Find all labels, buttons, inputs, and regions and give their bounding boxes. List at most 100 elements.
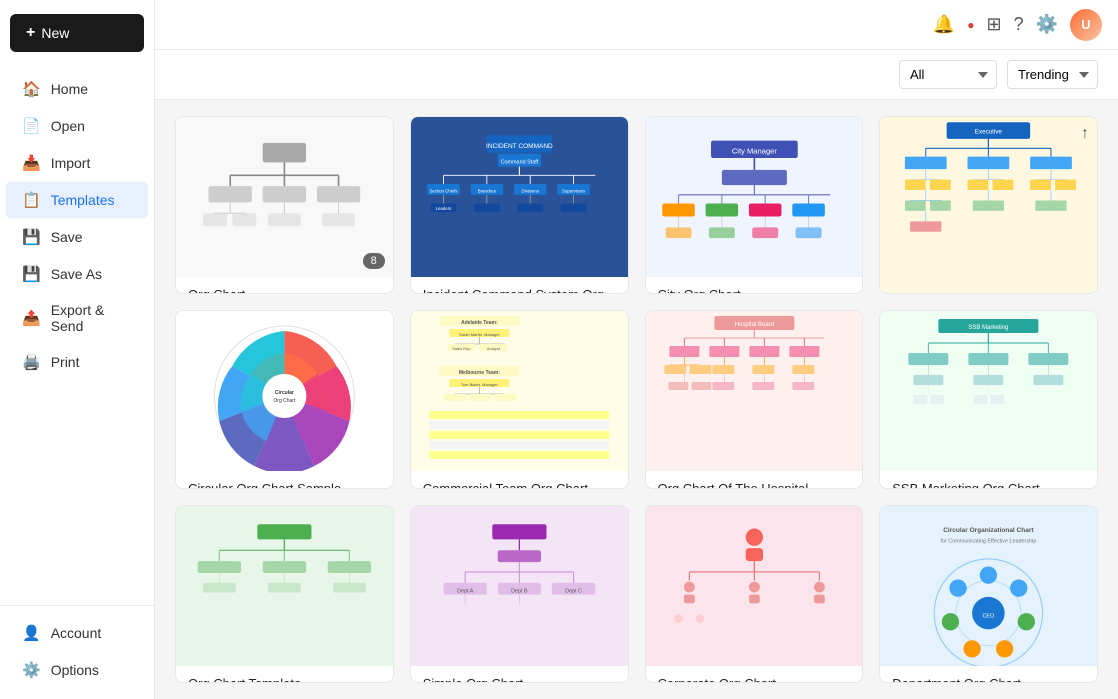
card-preview-commercial: Adelaide Team: Sarah Martin, Manager Sal… xyxy=(411,311,628,471)
card-preview-hospital: Hospital Board xyxy=(646,311,863,471)
card-info-hospital: Org Chart Of The Hospital 👁 2.0k ♡ 26 ⎘ … xyxy=(646,471,863,488)
template-card-hospital[interactable]: Hospital Board xyxy=(645,310,864,488)
card-info-circular: Circular Org Chart Sample 👁 488 ♡ 10 ⎘ 2… xyxy=(176,471,393,488)
featured-icon: ↑ xyxy=(1081,125,1089,143)
help-icon[interactable]: ? xyxy=(1014,14,1024,35)
sidebar-item-print-label: Print xyxy=(51,354,80,370)
sidebar-item-save-as[interactable]: 💾 Save As xyxy=(6,256,148,292)
options-icon: ⚙️ xyxy=(22,661,41,679)
category-filter[interactable]: All Business Education Personal xyxy=(899,60,997,89)
card-title-bottom-3: Corporate Org Chart xyxy=(658,676,851,683)
grid-icon[interactable]: ⊞ xyxy=(986,14,1001,35)
sidebar-item-save-label: Save xyxy=(51,229,83,245)
sidebar-item-templates-label: Templates xyxy=(51,192,115,208)
sidebar-item-templates[interactable]: 📋 Templates xyxy=(6,182,148,218)
sidebar-nav: 🏠 Home 📄 Open 📥 Import 📋 Templates 💾 Sav… xyxy=(0,66,154,605)
template-card-circular[interactable]: Circular Org Chart Use immediately Circu… xyxy=(175,310,394,488)
sidebar-item-home-label: Home xyxy=(51,81,88,97)
sidebar-bottom: 👤 Account ⚙️ Options xyxy=(0,605,154,699)
card-title-bottom-4: Department Org Chart xyxy=(892,676,1085,683)
card-title-incident: Incident Command System Org Chart xyxy=(423,287,616,294)
bell-icon[interactable]: 🔔 xyxy=(933,14,955,35)
template-card-bottom-4[interactable]: Circular Organizational Chart for Commun… xyxy=(879,505,1098,683)
use-immediately-button-bottom-4[interactable]: Use immediately xyxy=(919,570,1058,601)
template-card-city-org[interactable]: City Manager xyxy=(645,116,864,294)
card-preview-org-chart-right: Executive xyxy=(880,117,1097,294)
use-immediately-button-circular[interactable]: Use immediately xyxy=(215,376,354,407)
home-icon: 🏠 xyxy=(22,80,41,98)
template-card-incident[interactable]: INCIDENT COMMAND Command Staff Section C… xyxy=(410,116,629,294)
card-preview-incident: INCIDENT COMMAND Command Staff Section C… xyxy=(411,117,628,277)
template-card-bottom-2[interactable]: Dept A Dept B Dept C Use immediately Sim… xyxy=(410,505,629,683)
use-immediately-button-bottom-3[interactable]: Use immediately xyxy=(685,570,824,601)
card-preview-bottom-1: Use immediately xyxy=(176,506,393,666)
save-icon: 💾 xyxy=(22,228,41,246)
user-avatar[interactable]: U xyxy=(1070,9,1102,41)
card-info-incident: Incident Command System Org Chart 👁 4 ♡ … xyxy=(411,277,628,294)
card-info-bottom-1: Org Chart Template 👁 12 ♡ 2 ⎘ 5 T xyxy=(176,666,393,683)
sidebar-item-import-label: Import xyxy=(51,155,91,171)
use-immediately-button-commercial[interactable]: Use immediately xyxy=(450,376,589,407)
card-title-hospital: Org Chart Of The Hospital xyxy=(658,481,851,488)
sidebar-item-export-label: Export & Send xyxy=(51,302,132,334)
plus-icon: + xyxy=(26,24,35,42)
template-card-org-chart-right[interactable]: Executive xyxy=(879,116,1098,294)
card-preview-city-org: City Manager xyxy=(646,117,863,277)
sidebar-item-save[interactable]: 💾 Save xyxy=(6,219,148,255)
card-info-bottom-3: Corporate Org Chart 👁 15 ♡ 3 ⎘ 7 C xyxy=(646,666,863,683)
main-content: 🔔 ● ⊞ ? ⚙️ U All Business Education Pers… xyxy=(155,0,1118,699)
sidebar-item-open-label: Open xyxy=(51,118,85,134)
card-preview-org-chart-1: 8 Use immediately xyxy=(176,117,393,277)
card-title-bottom-2: Simple Org Chart xyxy=(423,676,616,683)
card-info-ssb: SSB Marketing Org Chart 👁 4 ♡ 1 ⎘ 3 M xyxy=(880,471,1097,488)
new-label: New xyxy=(41,25,69,41)
template-card-bottom-1[interactable]: Use immediately Org Chart Template 👁 12 … xyxy=(175,505,394,683)
card-info-bottom-2: Simple Org Chart 👁 8 ♡ 1 ⎘ 3 S xyxy=(411,666,628,683)
sort-filter[interactable]: Trending Newest Popular xyxy=(1007,60,1098,89)
notification-icon[interactable]: ● xyxy=(967,18,974,32)
sidebar-item-options[interactable]: ⚙️ Options xyxy=(6,652,148,688)
card-title-bottom-1: Org Chart Template xyxy=(188,676,381,683)
use-immediately-button-bottom-1[interactable]: Use immediately xyxy=(215,570,354,601)
sidebar-item-home[interactable]: 🏠 Home xyxy=(6,71,148,107)
card-title-circular: Circular Org Chart Sample xyxy=(188,481,381,488)
template-card-commercial[interactable]: Adelaide Team: Sarah Martin, Manager Sal… xyxy=(410,310,629,488)
sidebar-item-open[interactable]: 📄 Open xyxy=(6,108,148,144)
use-immediately-button-city-org[interactable]: Use immediately xyxy=(685,182,824,213)
card-title-org-chart-1: Org Chart xyxy=(188,287,381,294)
card-title-commercial: Commercial Team Org Chart xyxy=(423,481,616,488)
sidebar-item-export[interactable]: 📤 Export & Send xyxy=(6,293,148,343)
sidebar-item-import[interactable]: 📥 Import xyxy=(6,145,148,181)
sidebar: + New 🏠 Home 📄 Open 📥 Import 📋 Templates… xyxy=(0,0,155,699)
template-card-org-chart-1[interactable]: 8 Use immediately Org Chart 👁 0 ♡ 0 xyxy=(175,116,394,294)
use-immediately-button-bottom-2[interactable]: Use immediately xyxy=(450,570,589,601)
sidebar-item-options-label: Options xyxy=(51,662,99,678)
filter-bar: All Business Education Personal Trending… xyxy=(155,50,1118,100)
use-immediately-button-org-chart-right[interactable]: Use immediately xyxy=(919,222,1058,253)
card-info-city-org: City Org Chart 👁 0 ♡ 0 ⎘ 0 E xyxy=(646,277,863,294)
use-immediately-button[interactable]: Use immediately xyxy=(215,182,354,213)
use-immediately-button-hospital[interactable]: Use immediately xyxy=(685,376,824,407)
card-title-ssb: SSB Marketing Org Chart xyxy=(892,481,1085,488)
export-icon: 📤 xyxy=(22,309,41,327)
template-card-ssb[interactable]: SSB Marketing xyxy=(879,310,1098,488)
sidebar-item-save-as-label: Save As xyxy=(51,266,102,282)
card-info-org-chart-1: Org Chart 👁 0 ♡ 0 ⎘ 0 P xyxy=(176,277,393,294)
card-preview-circular: Circular Org Chart Use immediately xyxy=(176,311,393,471)
use-immediately-button-incident[interactable]: Use immediately xyxy=(450,182,589,213)
card-info-bottom-4: Department Org Chart 👁 6 ♡ 0 ⎘ 2 D xyxy=(880,666,1097,683)
settings-icon[interactable]: ⚙️ xyxy=(1036,14,1058,35)
card-preview-bottom-4: Circular Organizational Chart for Commun… xyxy=(880,506,1097,666)
topbar: 🔔 ● ⊞ ? ⚙️ U xyxy=(155,0,1118,50)
card-preview-bottom-2: Dept A Dept B Dept C Use immediately xyxy=(411,506,628,666)
account-icon: 👤 xyxy=(22,624,41,642)
card-preview-ssb: SSB Marketing xyxy=(880,311,1097,471)
sidebar-item-print[interactable]: 🖨️ Print xyxy=(6,344,148,380)
use-immediately-button-ssb[interactable]: Use immediately xyxy=(919,376,1058,407)
template-card-bottom-3[interactable]: Use immediately Corporate Org Chart 👁 15… xyxy=(645,505,864,683)
templates-grid: 8 Use immediately Org Chart 👁 0 ♡ 0 xyxy=(155,100,1118,699)
new-button[interactable]: + New xyxy=(10,14,144,52)
import-icon: 📥 xyxy=(22,154,41,172)
card-preview-bottom-3: Use immediately xyxy=(646,506,863,666)
sidebar-item-account[interactable]: 👤 Account xyxy=(6,615,148,651)
